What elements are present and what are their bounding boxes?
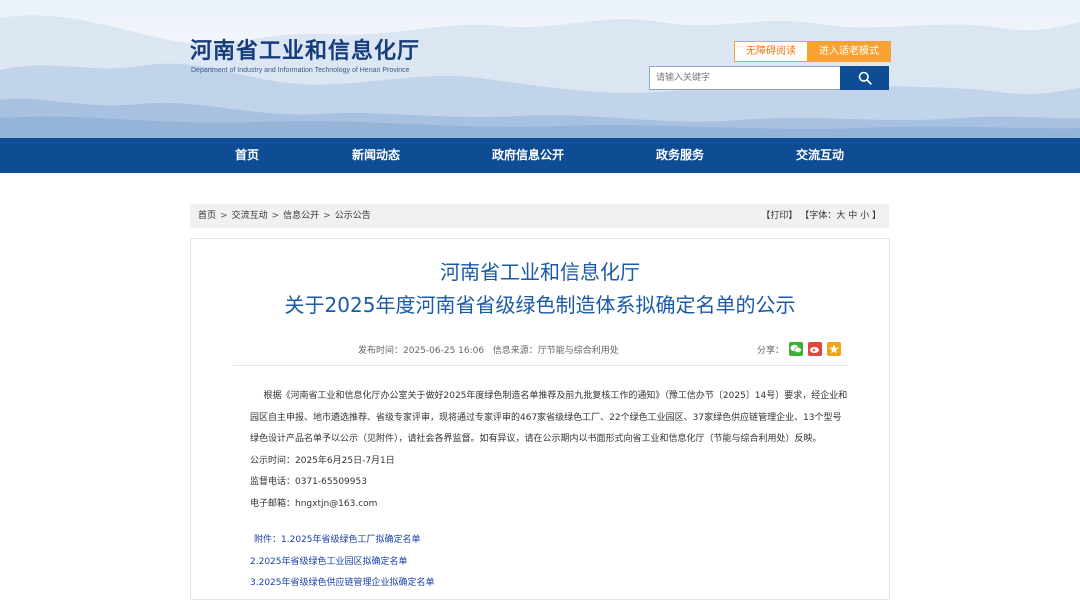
search-input[interactable] <box>649 66 848 90</box>
mountain-banner <box>0 15 1080 138</box>
font-size-label: 【字体： <box>800 211 837 221</box>
font-large-button[interactable]: 大 <box>836 211 845 221</box>
breadcrumb-announcements[interactable]: 公示公告 <box>335 211 371 221</box>
nav-home[interactable]: 首页 <box>235 138 259 173</box>
nav-gov-info[interactable]: 政府信息公开 <box>492 138 564 173</box>
article-paragraph: 根据《河南省工业和信息化厅办公室关于做好2025年度绿色制造名单推荐及前九批复核… <box>250 391 848 444</box>
font-medium-button[interactable]: 中 <box>848 211 857 221</box>
accessible-reading-button[interactable]: 无障碍阅读 <box>734 41 808 62</box>
breadcrumb-separator: > <box>323 211 331 221</box>
attachment-link-2[interactable]: 2.2025年省级绿色工业园区拟确定名单 <box>250 552 850 574</box>
weibo-icon[interactable] <box>808 342 823 356</box>
article-title-line2: 关于2025年度河南省省级绿色制造体系拟确定名单的公示 <box>284 293 796 317</box>
notice-period: 公示时间：2025年6月25日-7月1日 <box>250 455 395 466</box>
breadcrumb-separator: > <box>220 211 228 221</box>
article-body: 根据《河南省工业和信息化厅办公室关于做好2025年度绿色制造名单推荐及前九批复核… <box>250 386 850 595</box>
search-button[interactable] <box>840 66 889 90</box>
font-small-button[interactable]: 小 <box>860 211 869 221</box>
font-size-close: 】 <box>871 211 881 221</box>
article-meta: 发布时间：2025-06-25 16:06 信息来源：厅节能与综合利用处 <box>358 343 619 356</box>
page-tools: 【打印】 【字体：大 中 小 】 <box>761 204 881 228</box>
search-icon <box>858 71 872 85</box>
supervision-phone: 监督电话：0371-65509953 <box>250 477 367 487</box>
breadcrumb-bar: 首页 > 交流互动 > 信息公开 > 公示公告 【打印】 【字体：大 中 小 】 <box>190 204 889 228</box>
article-panel: 河南省工业和信息化厅 关于2025年度河南省省级绿色制造体系拟确定名单的公示 发… <box>190 238 890 600</box>
attachment-link-3[interactable]: 3.2025年省级绿色供应链管理企业拟确定名单 <box>250 573 850 595</box>
print-button[interactable]: 【打印】 <box>761 211 797 221</box>
nav-interaction[interactable]: 交流互动 <box>796 138 844 173</box>
share-label: 分享： <box>757 345 785 356</box>
breadcrumb-interaction[interactable]: 交流互动 <box>232 211 268 221</box>
article-title-line1: 河南省工业和信息化厅 <box>440 260 640 284</box>
divider <box>233 365 848 366</box>
site-header: 河南省工业和信息化厅 Department of Industry and In… <box>0 0 1080 138</box>
breadcrumb: 首页 > 交流互动 > 信息公开 > 公示公告 <box>198 204 371 228</box>
share-bar: 分享： <box>757 342 842 356</box>
info-source: 信息来源：厅节能与综合利用处 <box>492 346 619 356</box>
main-nav: 首页 新闻动态 政府信息公开 政务服务 交流互动 <box>0 138 1080 173</box>
contact-email: 电子邮箱：hngxtjn@163.com <box>250 498 378 509</box>
publish-time: 发布时间：2025-06-25 16:06 <box>358 346 485 356</box>
breadcrumb-separator: > <box>271 211 280 221</box>
wechat-icon[interactable] <box>789 342 804 356</box>
breadcrumb-home[interactable]: 首页 <box>198 211 216 221</box>
attachment-link-1[interactable]: 附件：1.2025年省级绿色工厂拟确定名单 <box>250 530 850 552</box>
breadcrumb-info-disclosure[interactable]: 信息公开 <box>283 211 319 221</box>
site-title: 河南省工业和信息化厅 <box>190 39 421 64</box>
site-subtitle: Department of Industry and Information T… <box>191 67 410 74</box>
nav-news[interactable]: 新闻动态 <box>352 138 400 173</box>
nav-services[interactable]: 政务服务 <box>656 138 704 173</box>
elderly-mode-button[interactable]: 进入适老模式 <box>807 41 891 62</box>
favorite-star-icon[interactable] <box>827 342 842 356</box>
